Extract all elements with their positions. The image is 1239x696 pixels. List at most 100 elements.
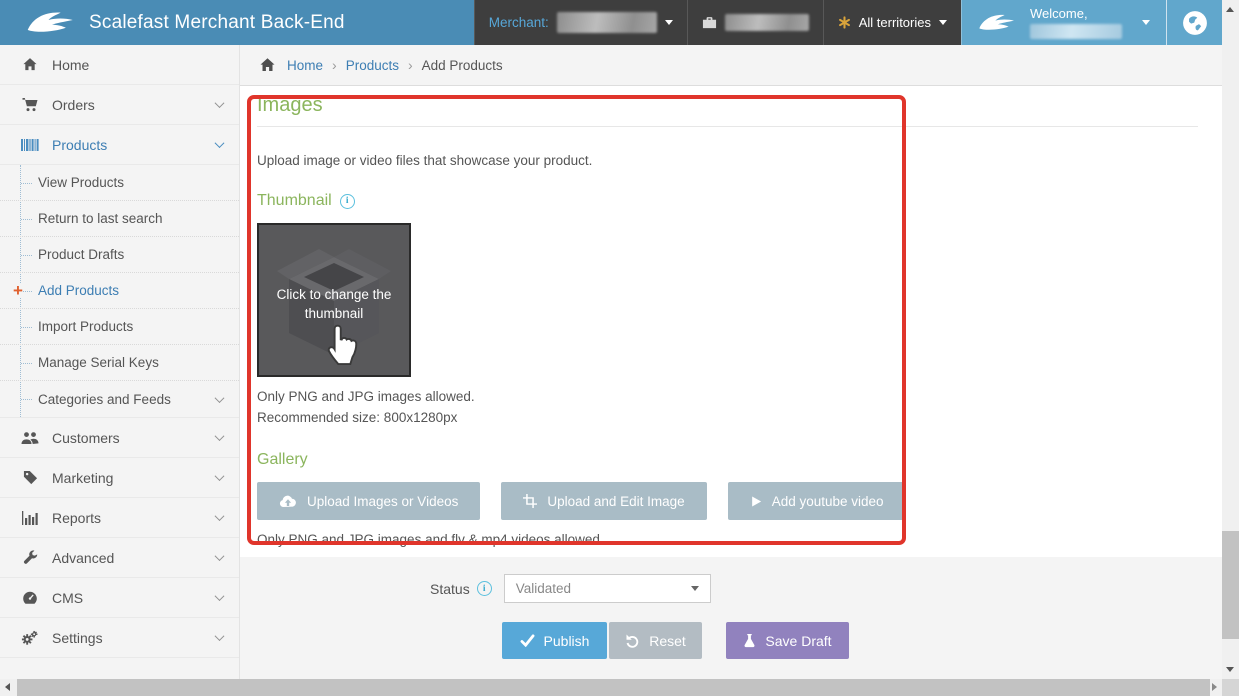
sidebar-item-label: Advanced <box>52 549 115 566</box>
scroll-up-arrow-icon[interactable] <box>1226 7 1234 12</box>
sidebar-item-label: View Products <box>38 175 125 190</box>
upload-and-edit-image-button[interactable]: Upload and Edit Image <box>501 482 707 520</box>
upload-images-or-videos-button[interactable]: Upload Images or Videos <box>257 482 481 520</box>
brand-title: Scalefast Merchant Back-End <box>89 11 345 33</box>
gears-icon <box>20 630 40 646</box>
thumbnail-heading: Thumbnail i <box>257 192 1198 210</box>
play-icon <box>750 495 762 508</box>
status-select[interactable]: Validated <box>503 574 711 603</box>
sidebar-item-home[interactable]: Home <box>0 45 239 85</box>
user-menu[interactable]: Welcome, <box>961 0 1166 45</box>
sidebar-item-orders[interactable]: Orders <box>0 85 239 125</box>
sidebar-item-reports[interactable]: Reports <box>0 498 239 538</box>
sidebar-item-label: Add Products <box>38 283 120 298</box>
breadcrumb-separator: › <box>407 57 413 73</box>
chevron-down-icon <box>214 138 225 149</box>
sidebar-item-import-products[interactable]: Import Products <box>0 309 239 345</box>
sidebar-item-label: Product Drafts <box>38 247 125 262</box>
sidebar-item-label: Import Products <box>38 319 134 334</box>
sidebar-item-cms[interactable]: CMS <box>0 578 239 618</box>
scroll-left-arrow-icon[interactable] <box>5 683 10 691</box>
save-draft-button[interactable]: Save Draft <box>726 622 849 659</box>
button-label: Save Draft <box>765 632 832 649</box>
sidebar-item-manage-serial-keys[interactable]: Manage Serial Keys <box>0 345 239 381</box>
button-label: Reset <box>649 632 686 649</box>
scrollbar-corner <box>1222 679 1239 696</box>
sidebar-item-customers[interactable]: Customers <box>0 418 239 458</box>
welcome-label: Welcome, <box>1030 6 1088 21</box>
add-youtube-video-button[interactable]: Add youtube video <box>727 482 906 520</box>
sidebar-item-products[interactable]: Products <box>0 125 239 165</box>
horizontal-scrollbar[interactable] <box>0 679 1222 696</box>
scroll-down-arrow-icon[interactable] <box>1226 667 1234 672</box>
hand-cursor-icon <box>321 317 367 370</box>
scroll-right-arrow-icon[interactable] <box>1212 683 1217 691</box>
upload-cloud-icon <box>279 494 297 508</box>
merchant-label: Merchant: <box>488 15 549 30</box>
caret-down-icon <box>664 20 673 25</box>
button-label: Upload Images or Videos <box>307 493 459 509</box>
app-window: Scalefast Merchant Back-End Merchant: Al… <box>0 0 1239 696</box>
info-icon[interactable]: i <box>476 581 492 596</box>
users-icon <box>20 431 40 445</box>
scalefast-wing-logo-icon <box>26 9 78 37</box>
images-section-title: Images <box>257 94 1198 127</box>
merchant-selector[interactable]: Merchant: <box>473 0 687 45</box>
sidebar-item-advanced[interactable]: Advanced <box>0 538 239 578</box>
sidebar-item-marketing[interactable]: Marketing <box>0 458 239 498</box>
store-selector[interactable] <box>686 0 823 45</box>
vertical-scrollbar-thumb[interactable] <box>1222 531 1239 639</box>
sidebar-item-label: Products <box>52 136 108 153</box>
gallery-heading: Gallery <box>257 451 1198 469</box>
caret-down-icon <box>690 586 699 591</box>
reset-button[interactable]: Reset <box>609 622 702 659</box>
button-label: Publish <box>543 632 590 649</box>
breadcrumb: Home › Products › Add Products <box>240 45 1222 86</box>
gallery-buttons-row: Upload Images or Videos Upload and Edit … <box>257 482 1198 520</box>
chevron-down-icon <box>214 392 225 403</box>
chevron-down-icon <box>214 631 225 642</box>
publish-button[interactable]: Publish <box>502 622 607 659</box>
thumbnail-note-2: Recommended size: 800x1280px <box>257 410 458 425</box>
caret-down-icon <box>1142 20 1150 25</box>
button-label: Add youtube video <box>771 493 884 509</box>
horizontal-scrollbar-thumb[interactable] <box>17 679 1210 696</box>
sidebar-item-label: Home <box>52 56 90 73</box>
thumbnail-title: Thumbnail <box>257 192 332 209</box>
chevron-down-icon <box>214 591 225 602</box>
sidebar-item-product-drafts[interactable]: Product Drafts <box>0 237 239 273</box>
territories-label: All territories <box>858 15 931 30</box>
sidebar-item-settings[interactable]: Settings <box>0 618 239 658</box>
sidebar-item-label: Return to last search <box>38 211 163 226</box>
breadcrumb-separator: › <box>332 57 337 73</box>
brand: Scalefast Merchant Back-End <box>0 0 345 45</box>
button-label: Upload and Edit Image <box>547 493 685 509</box>
images-section-description: Upload image or video files that showcas… <box>257 153 593 168</box>
language-globe-button[interactable] <box>1166 0 1222 45</box>
info-icon[interactable]: i <box>339 193 355 209</box>
chevron-down-icon <box>214 431 225 442</box>
dashboard-icon <box>20 591 40 605</box>
sidebar-item-categories-and-feeds[interactable]: Categories and Feeds <box>0 381 239 417</box>
caret-down-icon <box>939 20 947 25</box>
thumbnail-upload-widget[interactable]: Click to change the thumbnail <box>257 223 411 377</box>
sidebar-item-view-products[interactable]: View Products <box>0 165 239 201</box>
redacted-store-value <box>724 14 809 31</box>
sidebar-item-label: Settings <box>52 629 103 646</box>
chevron-down-icon <box>214 551 225 562</box>
actions-row: Publish Reset Save Draft <box>502 622 1222 659</box>
breadcrumb-link-home[interactable]: Home <box>287 58 323 73</box>
sidebar-item-add-products[interactable]: + Add Products <box>0 273 239 309</box>
breadcrumb-link-products[interactable]: Products <box>346 58 399 73</box>
sidebar-item-label: Orders <box>52 96 95 113</box>
home-icon <box>20 57 40 72</box>
vertical-scrollbar[interactable] <box>1222 0 1239 679</box>
sidebar-item-label: Manage Serial Keys <box>38 355 159 370</box>
sidebar-item-return-to-last-search[interactable]: Return to last search <box>0 201 239 237</box>
status-select-value: Validated <box>515 581 571 596</box>
breadcrumb-current: Add Products <box>421 57 503 73</box>
sidebar-item-label: Reports <box>52 509 102 526</box>
territories-selector[interactable]: All territories <box>822 0 961 45</box>
redacted-merchant-value <box>556 12 657 33</box>
plus-icon: + <box>13 280 23 300</box>
